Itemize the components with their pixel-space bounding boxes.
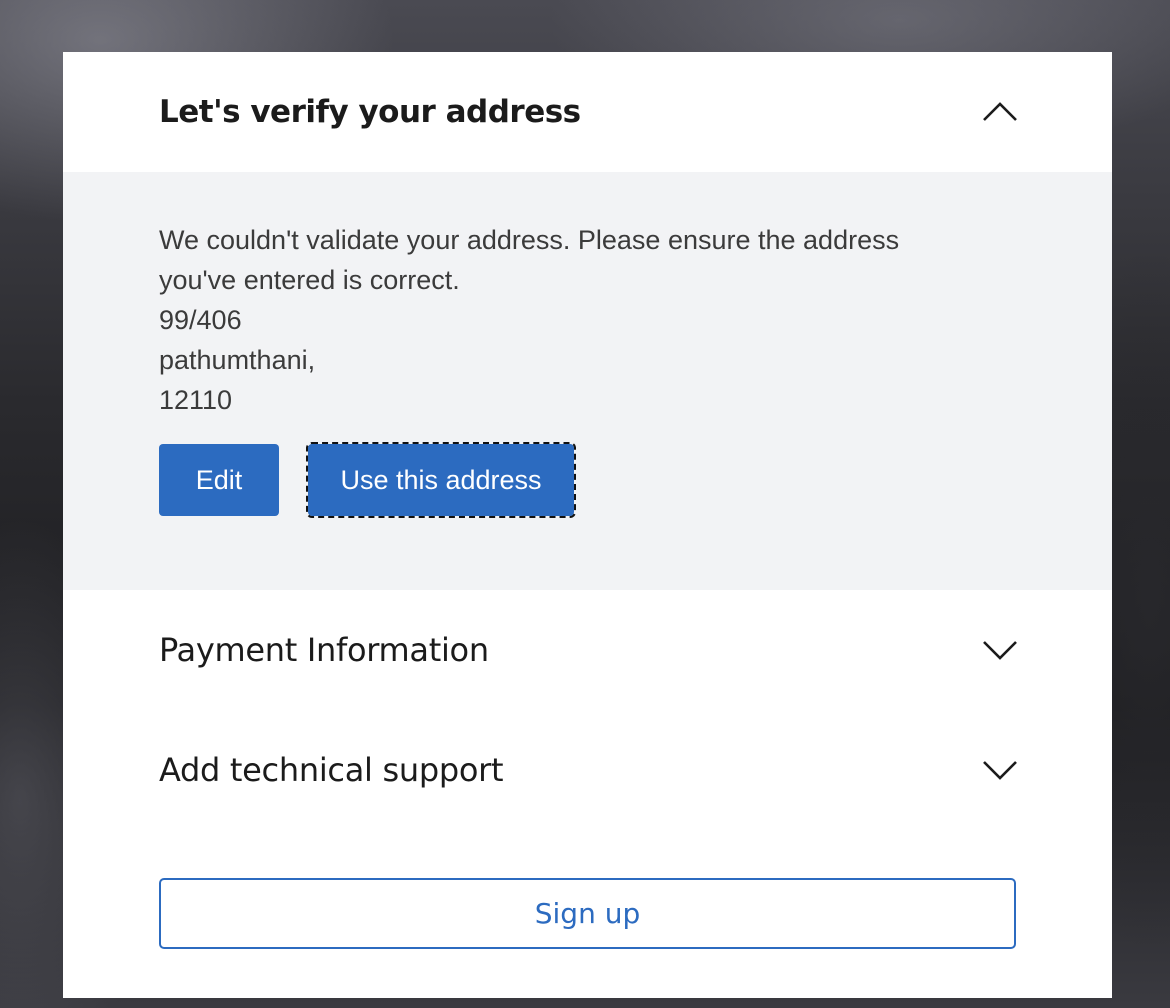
payment-information-header[interactable]: Payment Information bbox=[63, 590, 1112, 710]
validation-message: We couldn't validate your address. Pleas… bbox=[159, 220, 1019, 420]
address-line: 12110 bbox=[159, 385, 233, 415]
address-line: 99/406 bbox=[159, 305, 242, 335]
technical-support-header[interactable]: Add technical support bbox=[63, 710, 1112, 830]
chevron-up-icon[interactable] bbox=[980, 98, 1020, 128]
edit-button[interactable]: Edit bbox=[159, 444, 279, 516]
payment-information-title: Payment Information bbox=[159, 631, 489, 669]
address-line: pathumthani, bbox=[159, 345, 316, 375]
verify-address-header[interactable]: Let's verify your address bbox=[63, 52, 1112, 172]
message-line: you've entered is correct. bbox=[159, 265, 460, 295]
checkout-panel: Let's verify your address We couldn't va… bbox=[63, 52, 1112, 998]
verify-address-body: We couldn't validate your address. Pleas… bbox=[63, 172, 1112, 590]
use-this-address-button[interactable]: Use this address bbox=[306, 442, 576, 518]
message-line: We couldn't validate your address. Pleas… bbox=[159, 225, 900, 255]
verify-address-title: Let's verify your address bbox=[159, 94, 581, 130]
technical-support-title: Add technical support bbox=[159, 751, 504, 789]
chevron-down-icon[interactable] bbox=[980, 754, 1020, 784]
sign-up-button[interactable]: Sign up bbox=[159, 878, 1016, 949]
chevron-down-icon[interactable] bbox=[980, 634, 1020, 664]
